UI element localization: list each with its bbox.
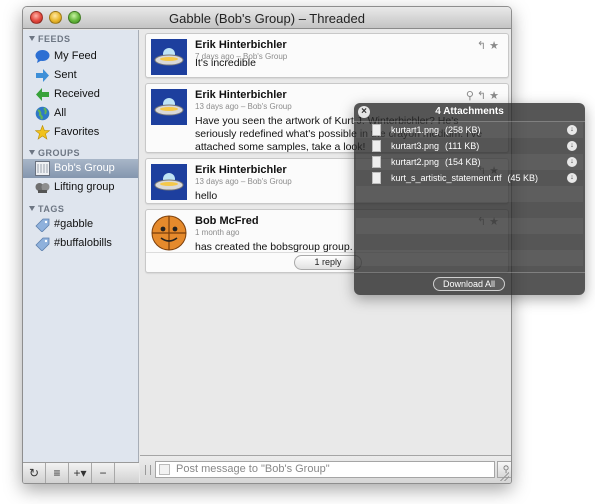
ufo-avatar [151, 39, 187, 75]
attachment-size: (111 KB) [445, 141, 480, 151]
sidebar-item-bobs-group[interactable]: Bob's Group [23, 159, 138, 178]
message-author[interactable]: Erik Hinterbichler [195, 89, 287, 101]
ufo-avatar [151, 89, 187, 125]
sidebar-item-label: Favorites [54, 126, 100, 138]
attachment-row[interactable]: kurtart2.png (154 KB) ↓ [356, 154, 583, 170]
message-meta: 1 month ago [195, 228, 240, 237]
sidebar-item-label: My Feed [54, 50, 97, 62]
message-author[interactable]: Erik Hinterbichler [195, 164, 287, 176]
attachments-panel: × 4 Attachments kurtart1.png (258 KB) ↓ k… [354, 103, 585, 295]
group-icon [35, 183, 50, 193]
feeds-header[interactable]: FEEDS [29, 34, 71, 44]
sidebar-item-all[interactable]: All [23, 104, 138, 123]
download-icon[interactable]: ↓ [567, 173, 577, 183]
sidebar-item-gabble[interactable]: #gabble [23, 215, 138, 234]
download-icon[interactable]: ↓ [567, 141, 577, 151]
ufo-avatar [151, 164, 187, 200]
sidebar-toolbar: ↻ ≡ +▾ − [23, 462, 139, 483]
favorite-star-icon[interactable]: ★ [489, 90, 502, 102]
reply-icon[interactable]: ↰ [477, 90, 489, 102]
composer-grip[interactable] [145, 465, 151, 475]
sidebar-item-favorites[interactable]: Favorites [23, 123, 138, 142]
image-file-icon [372, 156, 381, 168]
attachment-row[interactable]: kurtart1.png (258 KB) ↓ [356, 122, 583, 138]
sidebar-item-label: #gabble [54, 218, 94, 230]
group-icon [35, 161, 50, 176]
attachment-filename: kurt_s_artistic_statement.rtf [391, 173, 502, 183]
basketball-avatar [151, 215, 187, 251]
attachment-size: (154 KB) [445, 157, 481, 167]
image-file-icon [372, 124, 381, 136]
message-author[interactable]: Erik Hinterbichler [195, 39, 287, 51]
download-icon[interactable]: ↓ [567, 157, 577, 167]
sidebar-item-label: All [54, 107, 67, 119]
attachment-paperclip-icon[interactable]: ⚲ [466, 90, 477, 102]
message-actions: ↰★ [477, 39, 502, 52]
sidebar-item-my-feed[interactable]: My Feed [23, 47, 138, 66]
attachment-size: (45 KB) [507, 173, 539, 183]
attachment-filename: kurtart2.png [391, 157, 440, 167]
download-all-button[interactable]: Download All [433, 277, 505, 291]
empty-row [356, 234, 583, 250]
post-message-input[interactable]: Post message to "Bob's Group" [155, 461, 495, 478]
resize-grip-icon[interactable] [499, 471, 509, 481]
star-icon [35, 125, 50, 140]
attachment-row[interactable]: kurt_s_artistic_statement.rtf (45 KB) ↓ [356, 170, 583, 186]
add-menu-button[interactable]: +▾ [69, 463, 92, 483]
sidebar-item-label: Bob's Group [54, 162, 115, 174]
attachment-size: (258 KB) [445, 125, 481, 135]
sidebar-item-label: Lifting group [54, 181, 115, 193]
empty-row [356, 186, 583, 202]
reply-icon[interactable]: ↰ [477, 40, 489, 52]
titlebar: Gabble (Bob's Group) – Threaded [23, 7, 511, 29]
download-icon[interactable]: ↓ [567, 125, 577, 135]
attachment-filename: kurtart3.png [391, 141, 440, 151]
tags-header[interactable]: TAGS [29, 204, 64, 214]
sidebar-item-label: Sent [54, 69, 77, 81]
sidebar-item-buffalobills[interactable]: #buffalobills [23, 234, 138, 253]
message-body: It's incredible [195, 57, 256, 69]
sidebar-item-label: #buffalobills [54, 237, 112, 249]
refresh-button[interactable]: ↻ [23, 463, 46, 483]
empty-row [356, 218, 583, 234]
show-replies-button[interactable]: 1 reply [294, 255, 362, 270]
favorite-star-icon[interactable]: ★ [489, 40, 502, 52]
message-card[interactable]: Erik Hinterbichler 7 days ago – Bob's Gr… [145, 33, 509, 78]
attachment-filename: kurtart1.png [391, 125, 440, 135]
sidebar: FEEDS My Feed Sent Received All Favorite… [23, 30, 139, 483]
tag-icon [35, 237, 50, 251]
post-message-placeholder: Post message to "Bob's Group" [176, 463, 330, 475]
divider [354, 272, 585, 273]
empty-row [356, 250, 583, 266]
user-avatar-icon [159, 464, 170, 475]
sidebar-item-sent[interactable]: Sent [23, 66, 138, 85]
tag-icon [35, 218, 50, 232]
message-meta: 13 days ago – Bob's Group [195, 177, 292, 186]
message-actions: ⚲↰★ [466, 89, 502, 102]
arrow-left-icon [36, 88, 49, 101]
attachments-title: 4 Attachments [435, 106, 504, 117]
sidebar-item-lifting-group[interactable]: Lifting group [23, 178, 138, 197]
empty-row [356, 202, 583, 218]
document-file-icon [372, 172, 381, 184]
composer-bar: Post message to "Bob's Group" ⚲ [140, 455, 511, 483]
message-meta: 13 days ago – Bob's Group [195, 102, 292, 111]
arrow-right-icon [36, 69, 49, 82]
remove-button[interactable]: − [92, 463, 115, 483]
globe-icon [35, 106, 50, 121]
attachment-list: kurtart1.png (258 KB) ↓ kurtart3.png (111 … [356, 122, 583, 272]
speech-bubble-icon [35, 50, 50, 63]
sidebar-item-label: Received [54, 88, 100, 100]
message-author[interactable]: Bob McFred [195, 215, 259, 227]
sidebar-item-received[interactable]: Received [23, 85, 138, 104]
attachment-row[interactable]: kurtart3.png (111 KB) ↓ [356, 138, 583, 154]
groups-header[interactable]: GROUPS [29, 148, 80, 158]
window-title: Gabble (Bob's Group) – Threaded [169, 11, 365, 26]
image-file-icon [372, 140, 381, 152]
list-button[interactable]: ≡ [46, 463, 69, 483]
